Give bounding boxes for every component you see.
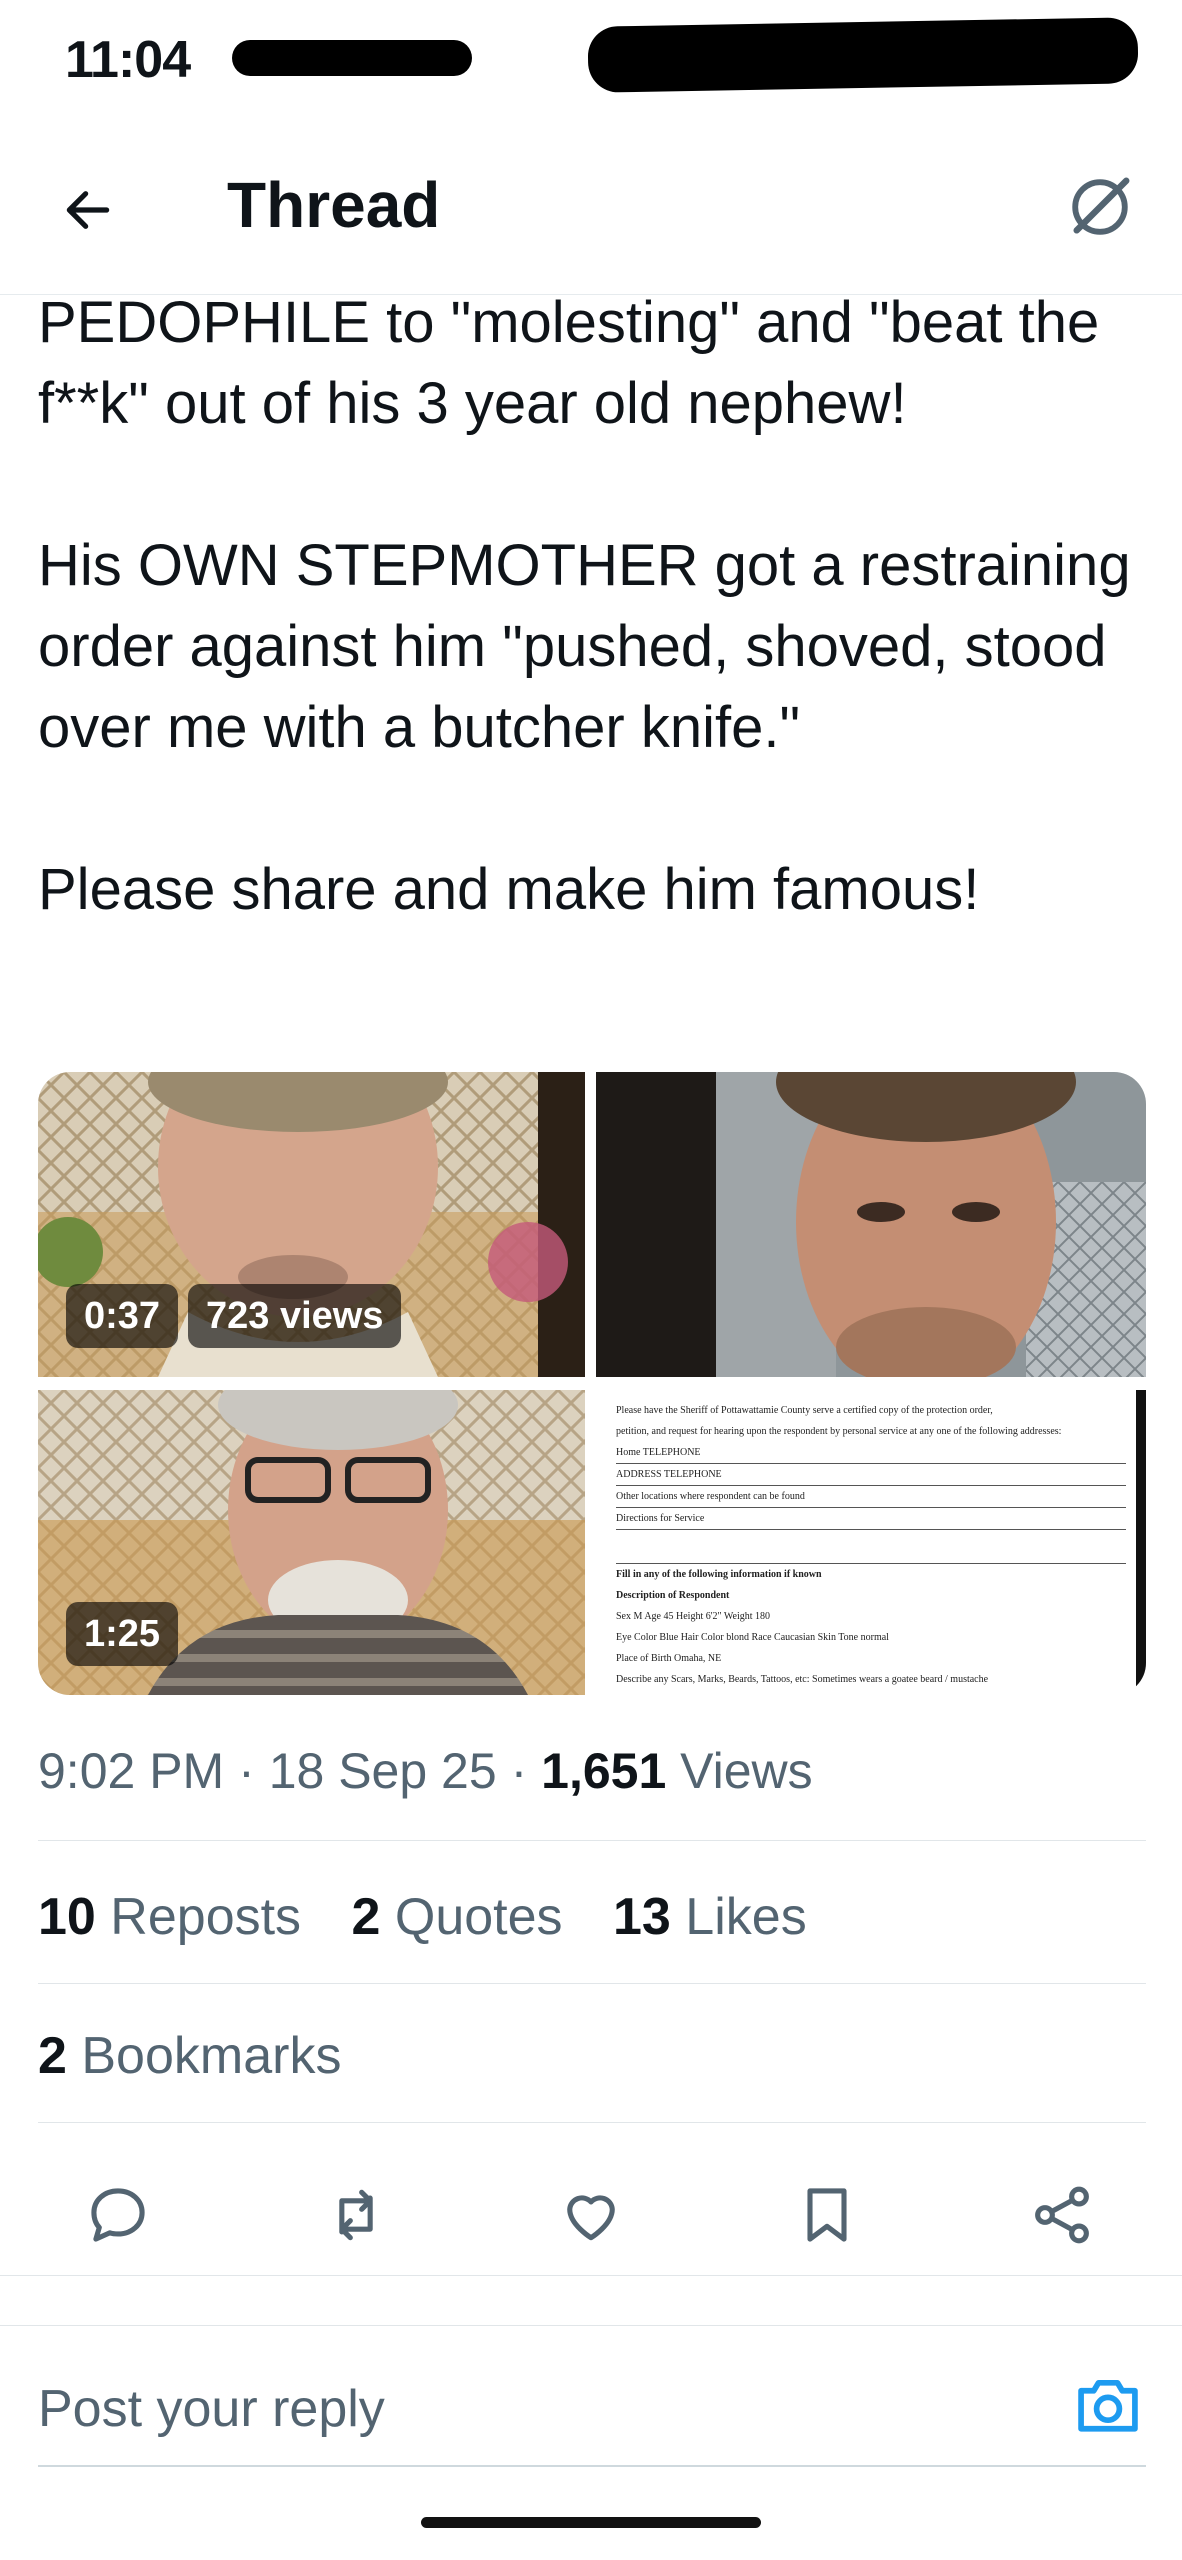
share-button[interactable] <box>1022 2175 1102 2255</box>
reply-bar: Post your reply <box>0 2325 1182 2490</box>
document-line: Eye Color Blue Hair Color blond Race Cau… <box>616 1632 889 1643</box>
repost-icon <box>339 2189 373 2241</box>
likes-count: 13 <box>613 1888 671 1946</box>
divider <box>38 1840 1146 1841</box>
document-image[interactable]: Please have the Sheriff of Pottawattamie… <box>596 1390 1146 1695</box>
video-duration-badge: 0:37 <box>66 1284 179 1348</box>
grok-button[interactable] <box>1065 172 1145 252</box>
document-line: Sex M Age 45 Height 6'2" Weight 180 <box>616 1611 771 1622</box>
home-indicator <box>421 2517 761 2528</box>
views-count: 1,651 <box>541 1743 667 1799</box>
document-line: Fill in any of the following information… <box>616 1569 822 1580</box>
tweet-time: 9:02 PM <box>38 1743 225 1799</box>
arrow-left-icon <box>66 191 110 229</box>
divider <box>38 2122 1146 2123</box>
video-views-badge: 723 views <box>188 1284 402 1348</box>
quotes-stat[interactable]: 2 Quotes <box>352 1888 563 1946</box>
status-bar: 11:04 <box>0 0 1182 120</box>
document-blank-line <box>616 1530 1126 1564</box>
reposts-count: 10 <box>38 1888 96 1946</box>
reposts-stat[interactable]: 10 Reposts <box>38 1888 301 1946</box>
camera-icon <box>1078 2379 1138 2432</box>
stats-row: 10 Reposts 2 Quotes 13 Likes <box>38 1887 843 1947</box>
reply-button[interactable] <box>78 2175 158 2255</box>
like-icon <box>567 2195 615 2241</box>
document-line: Describe any Scars, Marks, Beards, Tatto… <box>616 1674 989 1685</box>
page-title: Thread <box>227 169 441 241</box>
repost-button[interactable] <box>316 2175 396 2255</box>
video-thumbnail-2[interactable] <box>596 1072 1146 1377</box>
bookmark-icon <box>807 2188 847 2242</box>
bookmarks-count: 2 <box>38 2027 67 2085</box>
grok-icon <box>1072 177 1130 235</box>
status-time: 11:04 <box>65 31 191 89</box>
video-thumbnail-3[interactable]: 1:25 <box>38 1390 585 1695</box>
separator: · <box>238 1743 255 1799</box>
document-line: Description of Respondent <box>616 1590 730 1601</box>
redaction-mark-left <box>232 40 472 76</box>
reply-icon <box>91 2188 145 2242</box>
bookmarks-label: Bookmarks <box>81 2027 342 2085</box>
quotes-label: Quotes <box>394 1888 563 1946</box>
document-edge <box>1136 1390 1146 1695</box>
views-label: Views <box>680 1743 813 1799</box>
redaction-mark-right <box>587 17 1139 93</box>
document-line: Place of Birth Omaha, NE <box>616 1653 722 1664</box>
document-line: petition, and request for hearing upon t… <box>616 1426 1062 1437</box>
tweet-meta: 9:02 PM · 18 Sep 25 · 1,651 Views <box>38 1742 813 1800</box>
bookmarks-stat[interactable]: 2 Bookmarks <box>38 2026 341 2086</box>
likes-label: Likes <box>685 1888 807 1946</box>
media-grid: 0:37 723 views 1:25 Please have the Sher… <box>38 1072 1146 1695</box>
document-line: Home TELEPHONE <box>616 1442 1126 1464</box>
app-bar: Thread <box>0 120 1182 295</box>
bookmark-button[interactable] <box>787 2175 867 2255</box>
divider <box>38 1983 1146 1984</box>
divider <box>0 2275 1182 2276</box>
tweet-text: PEDOPHILE to "molesting" and "beat the f… <box>38 290 1131 922</box>
camera-button[interactable] <box>1070 2367 1146 2443</box>
document-line: Please have the Sheriff of Pottawattamie… <box>616 1405 993 1416</box>
like-button[interactable] <box>551 2175 631 2255</box>
quotes-count: 2 <box>351 1888 381 1946</box>
likes-stat[interactable]: 13 Likes <box>613 1888 807 1946</box>
video-duration-badge: 1:25 <box>66 1602 179 1666</box>
separator: · <box>510 1743 528 1799</box>
back-button[interactable] <box>48 170 128 250</box>
document-line: Other locations where respondent can be … <box>616 1486 1126 1508</box>
reply-underline <box>38 2465 1146 2467</box>
document-text: Please have the Sheriff of Pottawattamie… <box>616 1400 1126 1690</box>
actions-row <box>0 2155 1182 2275</box>
tweet-date: 18 Sep 25 <box>268 1743 497 1799</box>
reposts-label: Reposts <box>110 1888 302 1946</box>
reply-input[interactable]: Post your reply <box>38 2379 385 2439</box>
document-line: ADDRESS TELEPHONE <box>616 1464 1126 1486</box>
video-thumbnail-1[interactable]: 0:37 723 views <box>38 1072 585 1377</box>
document-line: Directions for Service <box>616 1508 1126 1530</box>
share-icon <box>1035 2186 1089 2244</box>
